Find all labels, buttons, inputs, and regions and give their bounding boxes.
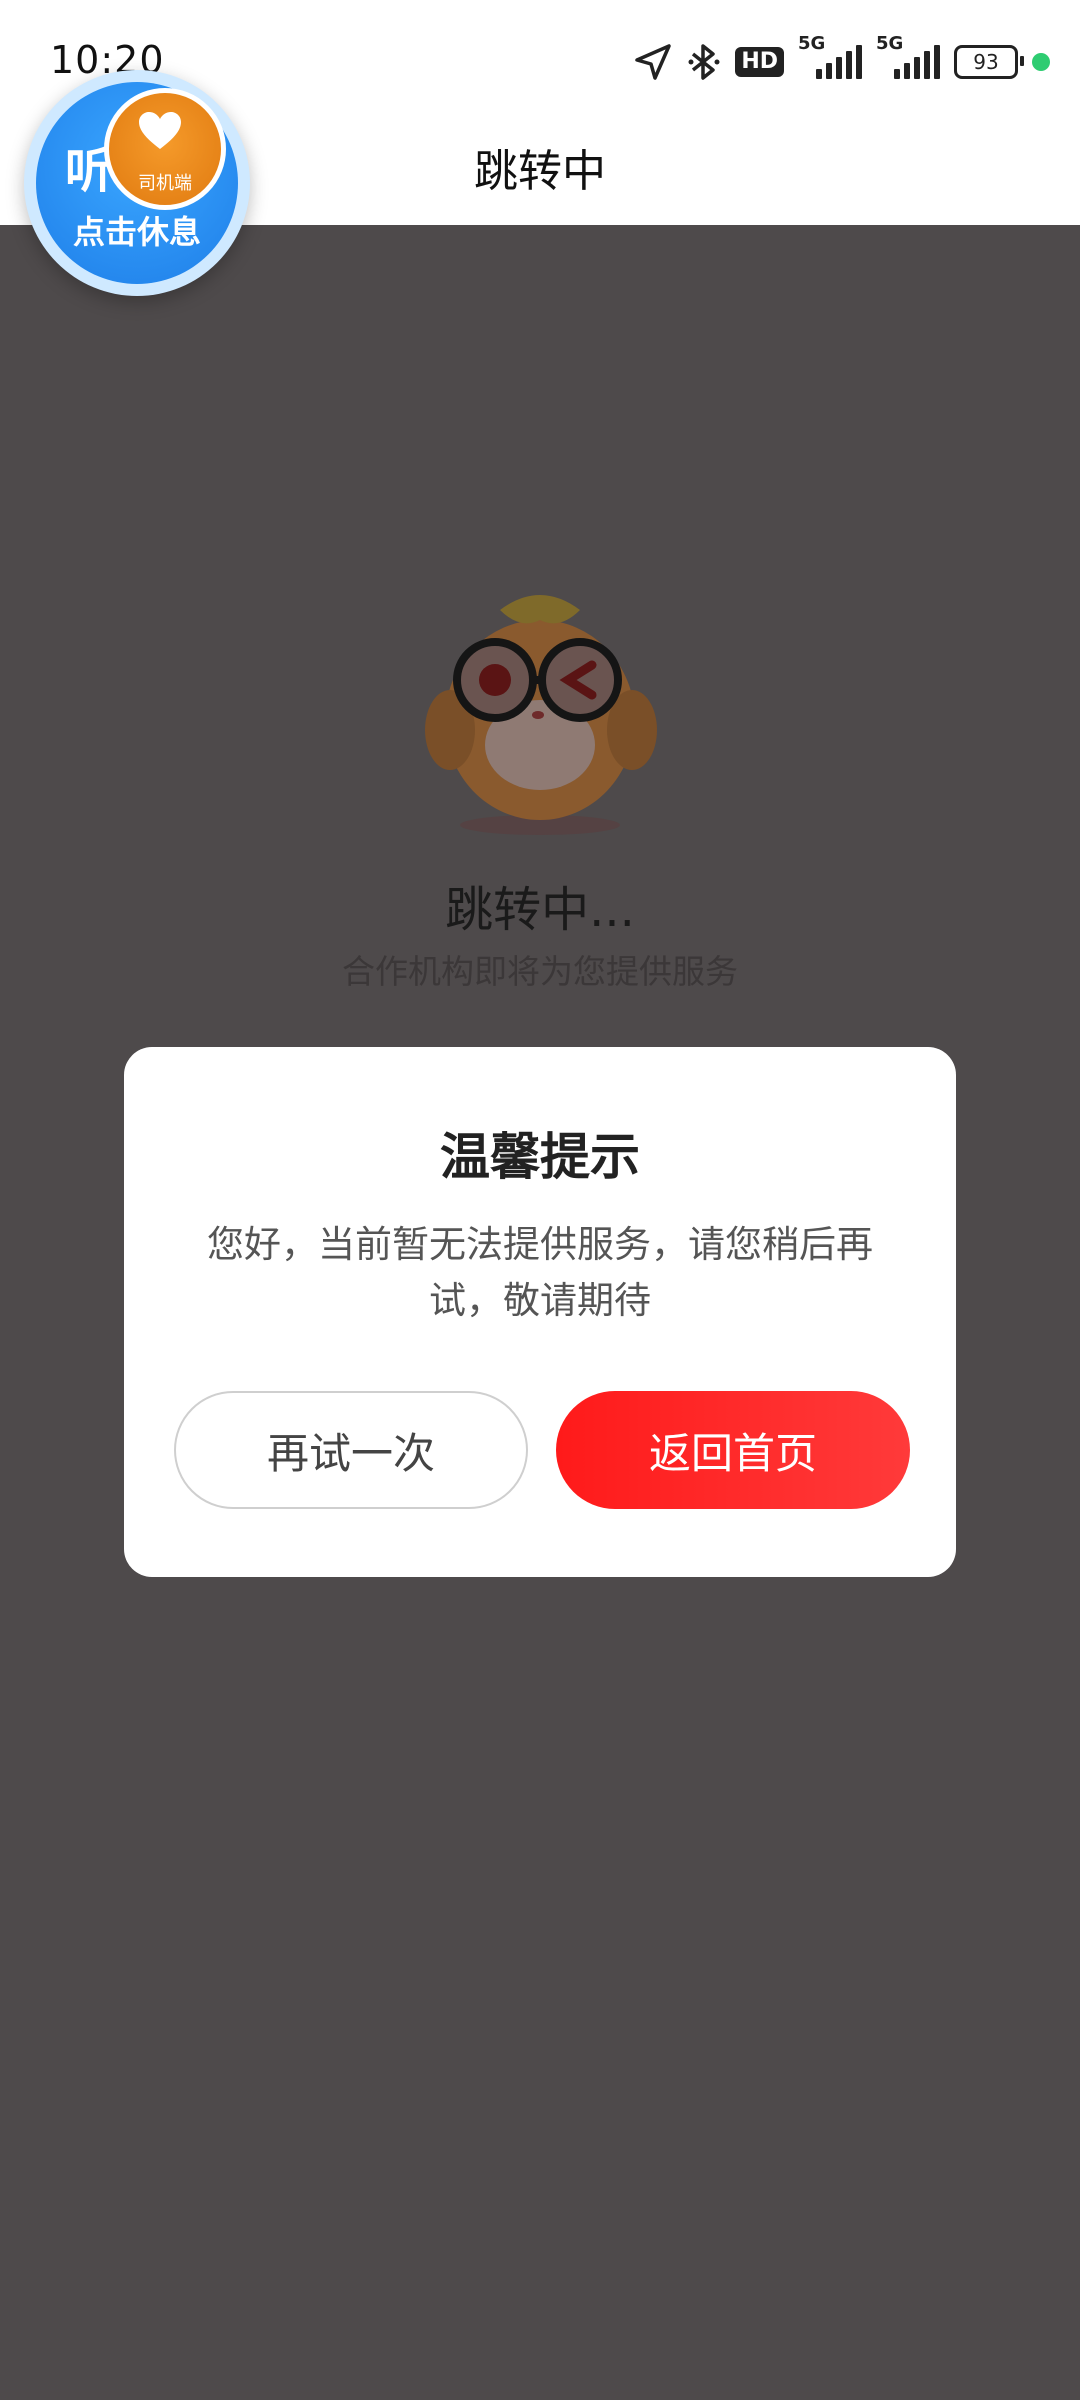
bluetooth-icon [688,44,720,80]
heart-logo-icon [139,112,181,149]
status-icons: HD 5G 5G 93 [633,33,1050,86]
logo-text: 司机端 [138,173,192,194]
loading-title: 跳转中... [445,882,635,938]
return-home-button[interactable]: 返回首页 [556,1391,910,1509]
signal-icon: 5G [876,33,940,79]
bubble-action-text: 点击休息 [72,213,201,251]
order-status-bubble[interactable]: 听单中 点击休息 司机端 [24,70,250,296]
loading-subtitle: 合作机构即将为您提供服务 [342,952,738,991]
driver-app-logo: 司机端 [104,88,226,210]
dialog-message: 您好，当前暂无法提供服务，请您稍后再试，敬请期待 [207,1223,873,1322]
battery-level: 93 [973,50,999,74]
battery-icon: 93 [954,45,1024,79]
status-dot [1032,53,1050,71]
hd-icon: HD [735,47,784,77]
mascot-illustration [425,595,657,835]
retry-button[interactable]: 再试一次 [174,1391,528,1509]
dialog-title: 温馨提示 [440,1128,640,1186]
location-icon [635,44,672,80]
signal-icon: 5G [798,33,862,79]
notice-dialog: 温馨提示 您好，当前暂无法提供服务，请您稍后再试，敬请期待 再试一次 返回首页 [124,1047,956,1577]
